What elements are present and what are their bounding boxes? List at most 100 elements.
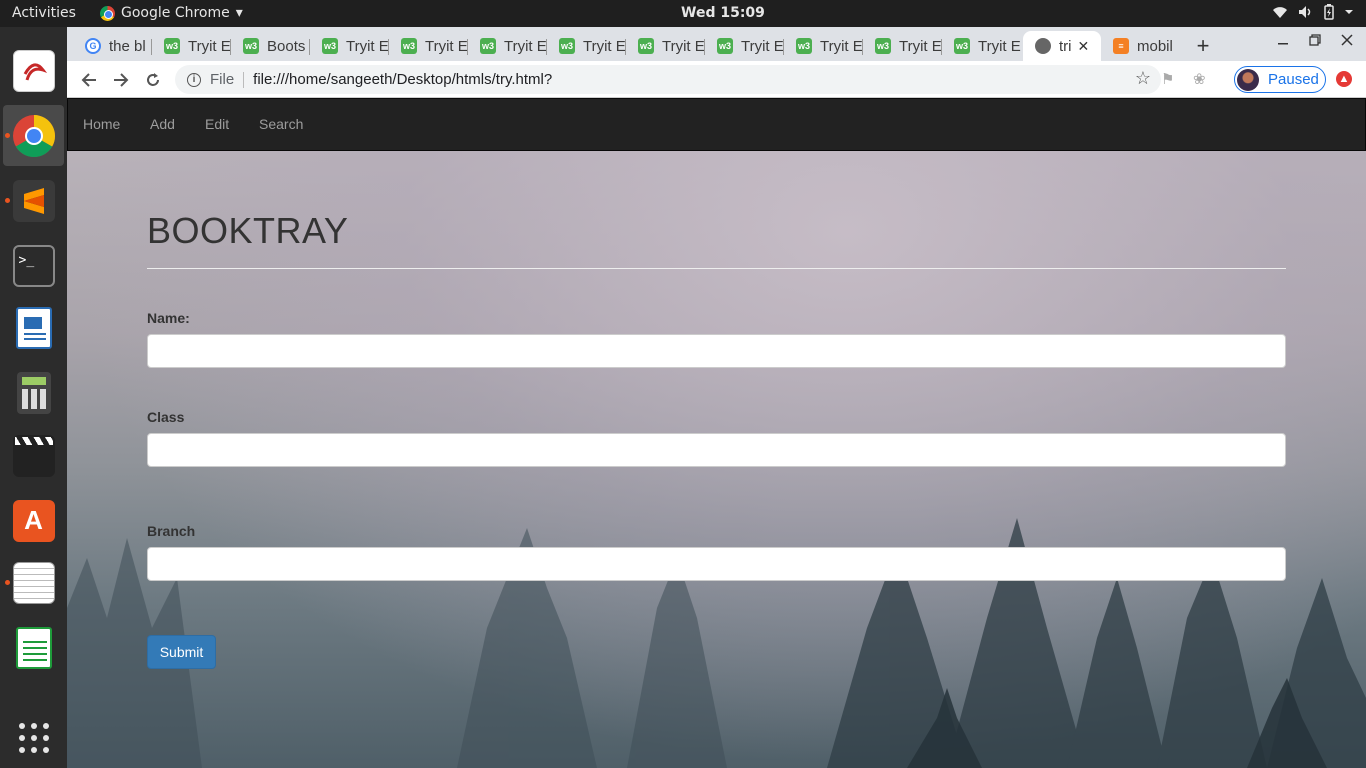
tab-label: Boots xyxy=(267,37,306,55)
new-tab-button[interactable]: + xyxy=(1189,32,1217,60)
extension-icon[interactable]: ❀ xyxy=(1193,70,1206,88)
chrome-window: G the bl w3 Tryit E w3 Boots w3 Tryit E … xyxy=(67,27,1366,768)
site-navbar: Home Add Edit Search xyxy=(67,98,1366,151)
tab[interactable]: w3 Tryit E xyxy=(468,31,547,61)
class-field[interactable] xyxy=(147,433,1286,467)
chevron-down-icon: ▾ xyxy=(235,5,243,21)
browser-toolbar: i File file:///home/sangeeth/Desktop/htm… xyxy=(67,61,1366,98)
class-label: Class xyxy=(147,409,185,425)
tab[interactable]: w3 Tryit E xyxy=(547,31,626,61)
back-button[interactable] xyxy=(77,68,101,92)
globe-icon xyxy=(1035,38,1051,54)
show-applications-button[interactable] xyxy=(3,707,64,768)
tab[interactable]: w3 Tryit E xyxy=(784,31,863,61)
terminal-icon: >_ xyxy=(12,244,55,287)
wifi-icon xyxy=(1273,7,1287,18)
profile-button[interactable]: Paused xyxy=(1234,66,1326,93)
w3schools-icon: w3 xyxy=(401,38,417,54)
dock-item-software[interactable]: A xyxy=(3,490,64,551)
dock-item-writer[interactable] xyxy=(3,297,64,358)
tab-label: Tryit E xyxy=(899,37,942,55)
clock[interactable]: Wed 15:09 xyxy=(681,5,765,21)
reload-button[interactable] xyxy=(141,68,165,92)
page-title: BOOKTRAY xyxy=(147,210,349,251)
tab[interactable]: w3 Boots xyxy=(231,31,310,61)
dock-item-calculator[interactable] xyxy=(3,362,64,423)
profile-status: Paused xyxy=(1268,71,1319,88)
w3schools-icon: w3 xyxy=(717,38,733,54)
minimize-button[interactable] xyxy=(1271,33,1295,51)
tab[interactable]: w3 Tryit E xyxy=(863,31,942,61)
tab-active[interactable]: tri ✕ xyxy=(1023,31,1101,61)
url-text[interactable]: file:///home/sangeeth/Desktop/htmls/try.… xyxy=(253,71,552,88)
flag-icon[interactable]: ⚑ xyxy=(1161,70,1174,88)
dock-item-terminal[interactable]: >_ xyxy=(3,235,64,296)
maximize-button[interactable] xyxy=(1303,33,1327,51)
nav-link-edit[interactable]: Edit xyxy=(205,116,229,132)
dock-item-sublime[interactable] xyxy=(3,170,64,231)
tab[interactable]: w3 Tryit E xyxy=(389,31,468,61)
arrow-right-icon xyxy=(114,73,129,87)
avatar xyxy=(1237,68,1259,91)
name-field[interactable] xyxy=(147,334,1286,368)
address-bar[interactable]: i File file:///home/sangeeth/Desktop/htm… xyxy=(175,65,1161,94)
w3schools-icon: w3 xyxy=(638,38,654,54)
minimize-icon xyxy=(1278,43,1288,45)
branch-label: Branch xyxy=(147,523,196,539)
app-menu-label: Google Chrome xyxy=(121,5,230,21)
dock-item-video-editor[interactable] xyxy=(3,425,64,486)
app-menu[interactable]: Google Chrome ▾ xyxy=(100,5,243,21)
tab[interactable]: G the bl xyxy=(73,31,152,61)
tab[interactable]: w3 Tryit E xyxy=(942,31,1021,61)
google-icon: G xyxy=(85,38,101,54)
calculator-icon xyxy=(16,371,51,414)
nav-link-home[interactable]: Home xyxy=(83,116,120,132)
close-window-button[interactable] xyxy=(1335,33,1359,51)
divider xyxy=(147,268,1286,269)
dock-item-calc[interactable] xyxy=(3,617,64,678)
tab[interactable]: w3 Tryit E xyxy=(626,31,705,61)
software-center-icon: A xyxy=(12,499,55,542)
reload-icon xyxy=(147,73,159,86)
chrome-icon xyxy=(12,114,55,157)
running-indicator xyxy=(5,580,10,585)
tab-label: Tryit E xyxy=(188,37,231,55)
running-indicator xyxy=(5,133,10,138)
w3schools-icon: w3 xyxy=(796,38,812,54)
w3schools-icon: w3 xyxy=(875,38,891,54)
info-icon[interactable]: i xyxy=(187,72,201,87)
tab-label: mobil xyxy=(1137,37,1173,55)
submit-button[interactable]: Submit xyxy=(147,635,216,669)
running-indicator xyxy=(5,198,10,203)
forward-button[interactable] xyxy=(109,68,133,92)
dock-item-evince[interactable] xyxy=(3,40,64,101)
activities-button[interactable]: Activities xyxy=(12,5,76,21)
update-icon[interactable]: ▲ xyxy=(1336,71,1352,87)
tab-label: Tryit E xyxy=(978,37,1021,55)
grid-icon xyxy=(18,722,49,753)
tab[interactable]: w3 Tryit E xyxy=(310,31,389,61)
volume-icon xyxy=(1299,6,1311,18)
w3schools-icon: w3 xyxy=(243,38,259,54)
branch-field[interactable] xyxy=(147,547,1286,581)
tab[interactable]: ≡ mobil xyxy=(1101,31,1181,61)
star-icon[interactable]: ☆ xyxy=(1135,68,1151,89)
evince-icon xyxy=(12,49,55,92)
libreoffice-calc-icon xyxy=(15,626,52,669)
close-icon xyxy=(1341,34,1353,46)
tab[interactable]: w3 Tryit E xyxy=(152,31,231,61)
forest-background xyxy=(67,518,1366,768)
chrome-icon xyxy=(100,5,115,21)
nav-link-search[interactable]: Search xyxy=(259,116,303,132)
sublime-text-icon xyxy=(12,179,55,222)
tab[interactable]: w3 Tryit E xyxy=(705,31,784,61)
w3schools-icon: w3 xyxy=(164,38,180,54)
close-icon[interactable]: ✕ xyxy=(1078,38,1090,55)
system-tray[interactable] xyxy=(1272,4,1354,20)
tab-label: Tryit E xyxy=(346,37,389,55)
restore-icon xyxy=(1309,34,1321,46)
nav-link-add[interactable]: Add xyxy=(150,116,175,132)
dock-item-text-editor[interactable] xyxy=(3,552,64,613)
dock-item-chrome[interactable] xyxy=(3,105,64,166)
libreoffice-writer-icon xyxy=(15,306,52,349)
